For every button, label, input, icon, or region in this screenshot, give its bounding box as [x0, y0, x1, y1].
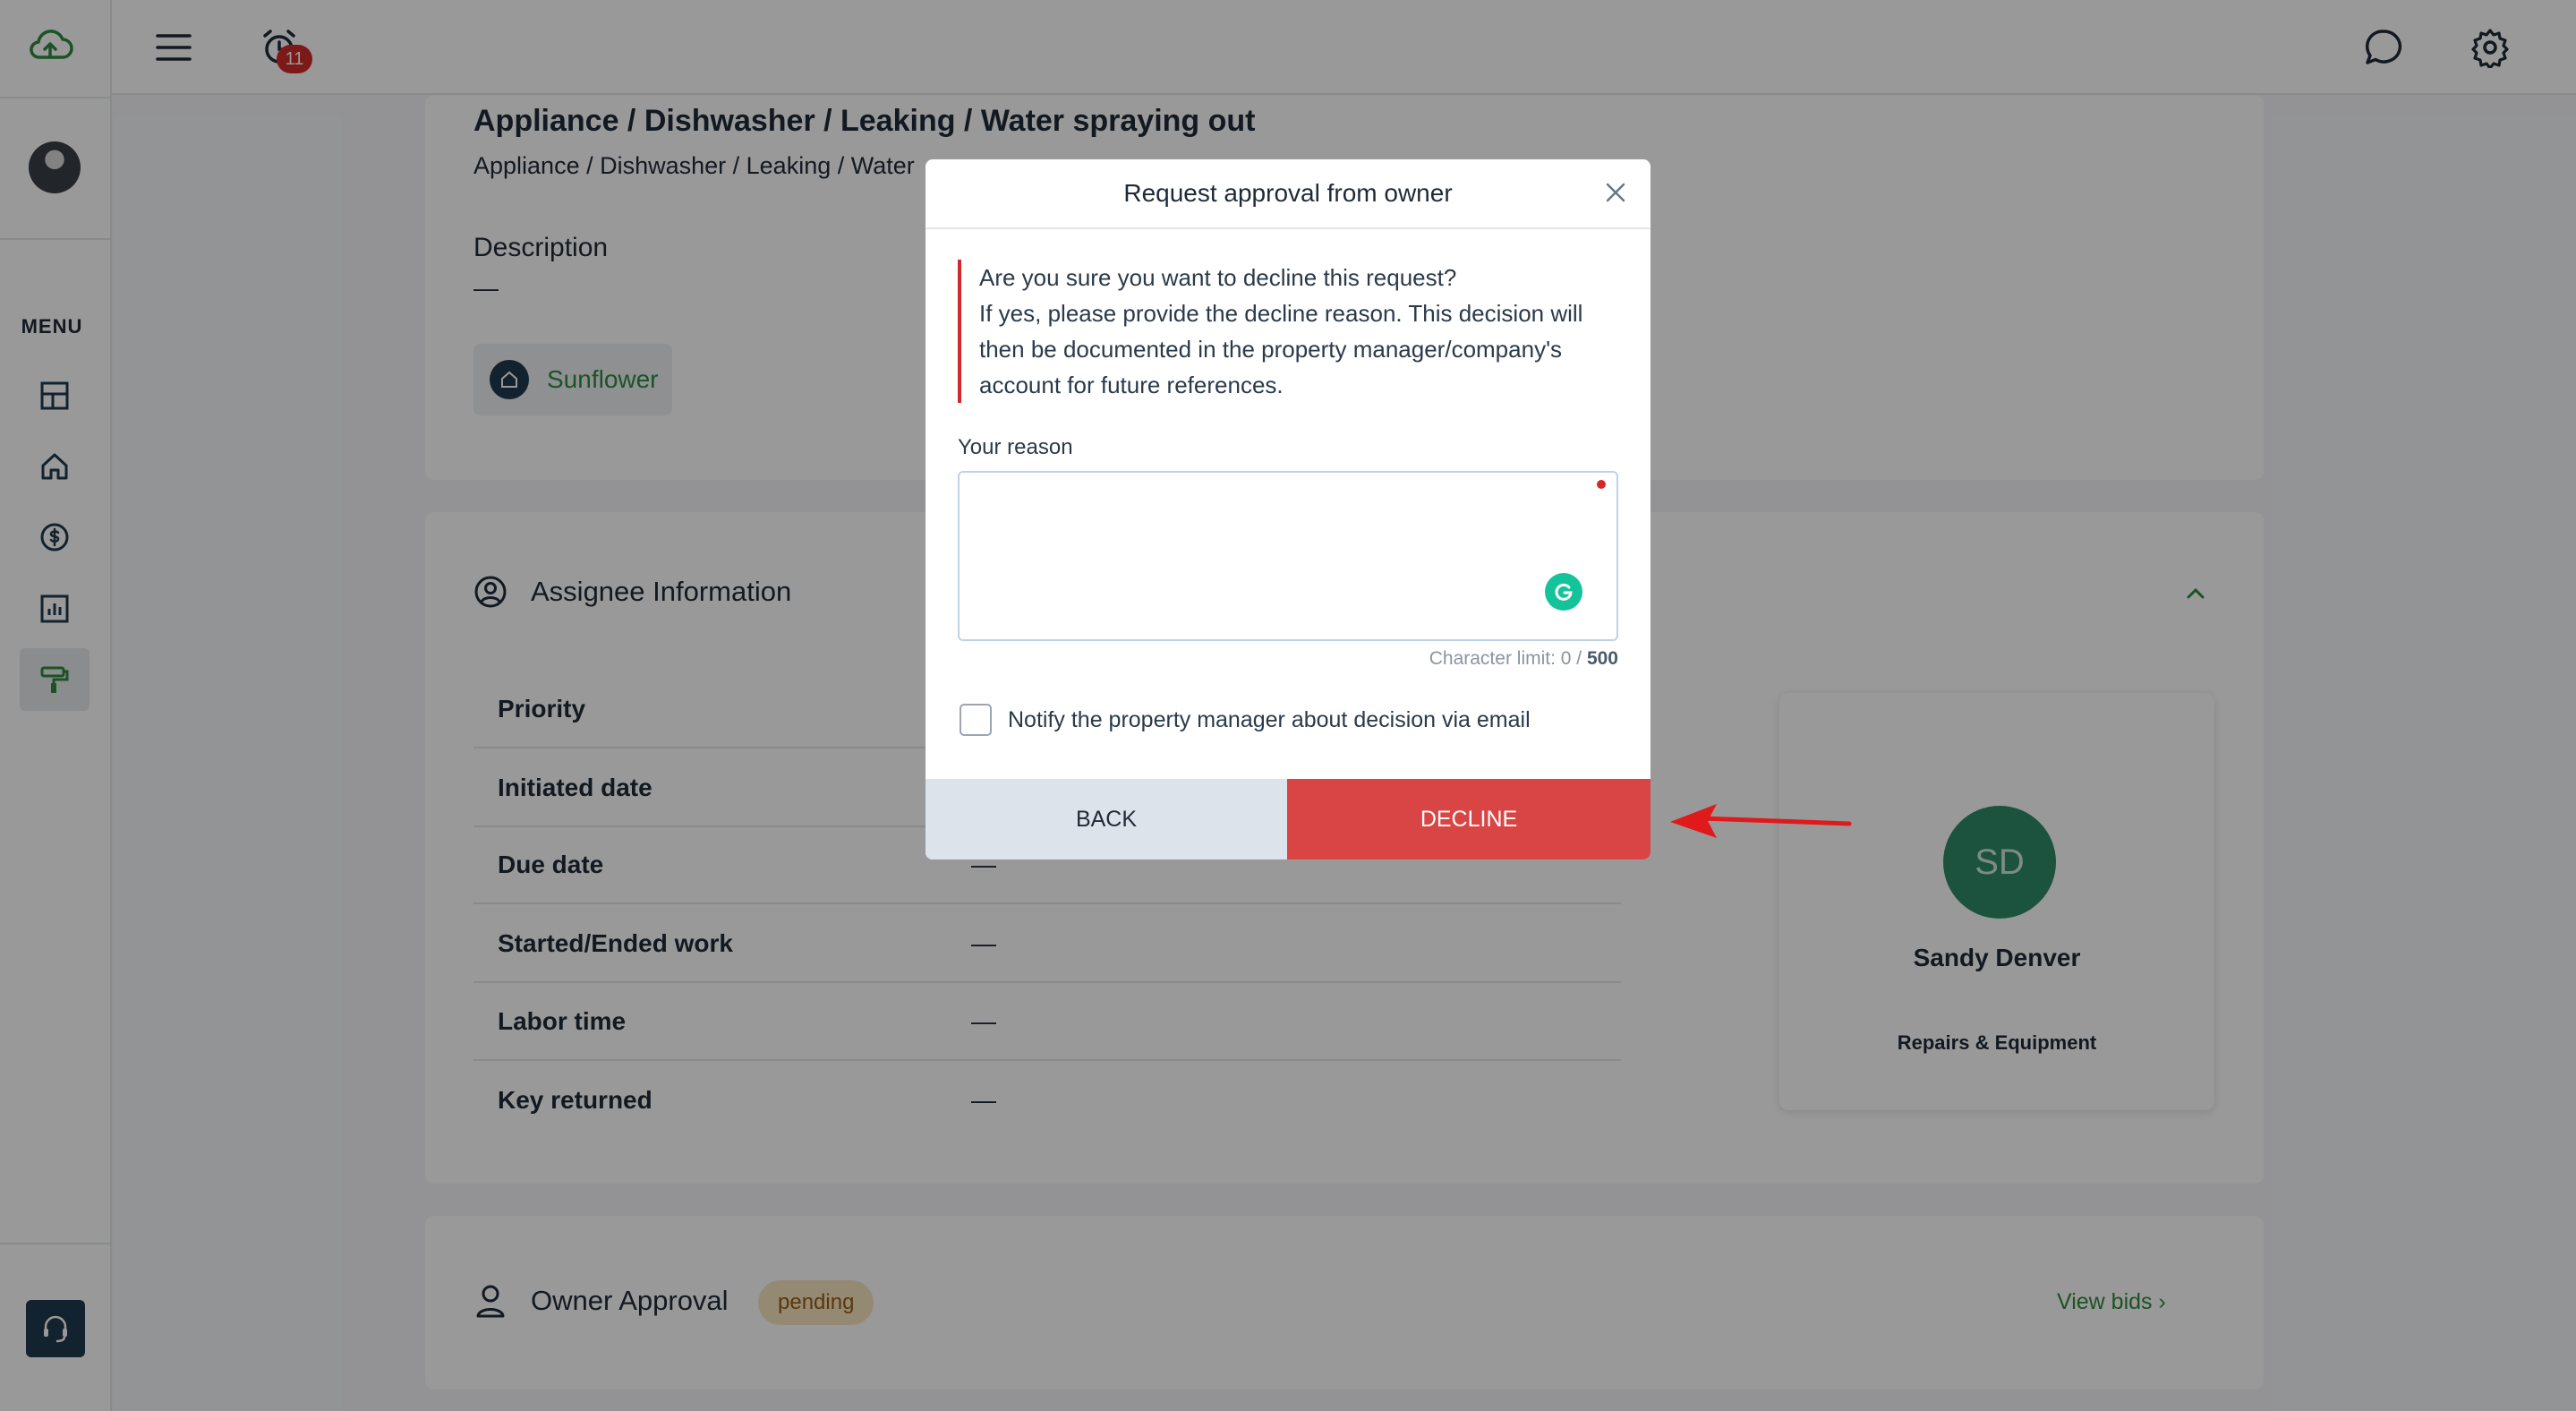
annotation-arrow-icon — [1670, 804, 1852, 838]
notify-email-option[interactable]: Notify the property manager about decisi… — [960, 704, 1531, 736]
modal-header: Request approval from owner — [925, 159, 1651, 229]
back-button[interactable]: BACK — [925, 779, 1287, 859]
decline-request-modal: Request approval from owner Are you sure… — [925, 159, 1651, 859]
warning-question: Are you sure you want to decline this re… — [979, 264, 1457, 291]
character-limit-max: 500 — [1586, 648, 1618, 669]
reason-label: Your reason — [958, 435, 1073, 459]
grammarly-icon[interactable] — [1545, 573, 1582, 611]
close-icon[interactable] — [1597, 174, 1634, 211]
character-limit: Character limit: 0 / 500 — [1429, 648, 1618, 670]
character-limit-prefix: Character limit: 0 / — [1429, 648, 1587, 669]
notify-email-label: Notify the property manager about decisi… — [1008, 706, 1531, 732]
decline-button[interactable]: DECLINE — [1287, 779, 1651, 859]
decline-warning: Are you sure you want to decline this re… — [958, 260, 1620, 403]
warning-explanation: If yes, please provide the decline reaso… — [979, 300, 1583, 398]
required-indicator — [1597, 480, 1606, 489]
reason-textarea[interactable] — [958, 471, 1618, 641]
notify-email-checkbox[interactable] — [960, 704, 992, 736]
modal-title: Request approval from owner — [1123, 179, 1453, 207]
